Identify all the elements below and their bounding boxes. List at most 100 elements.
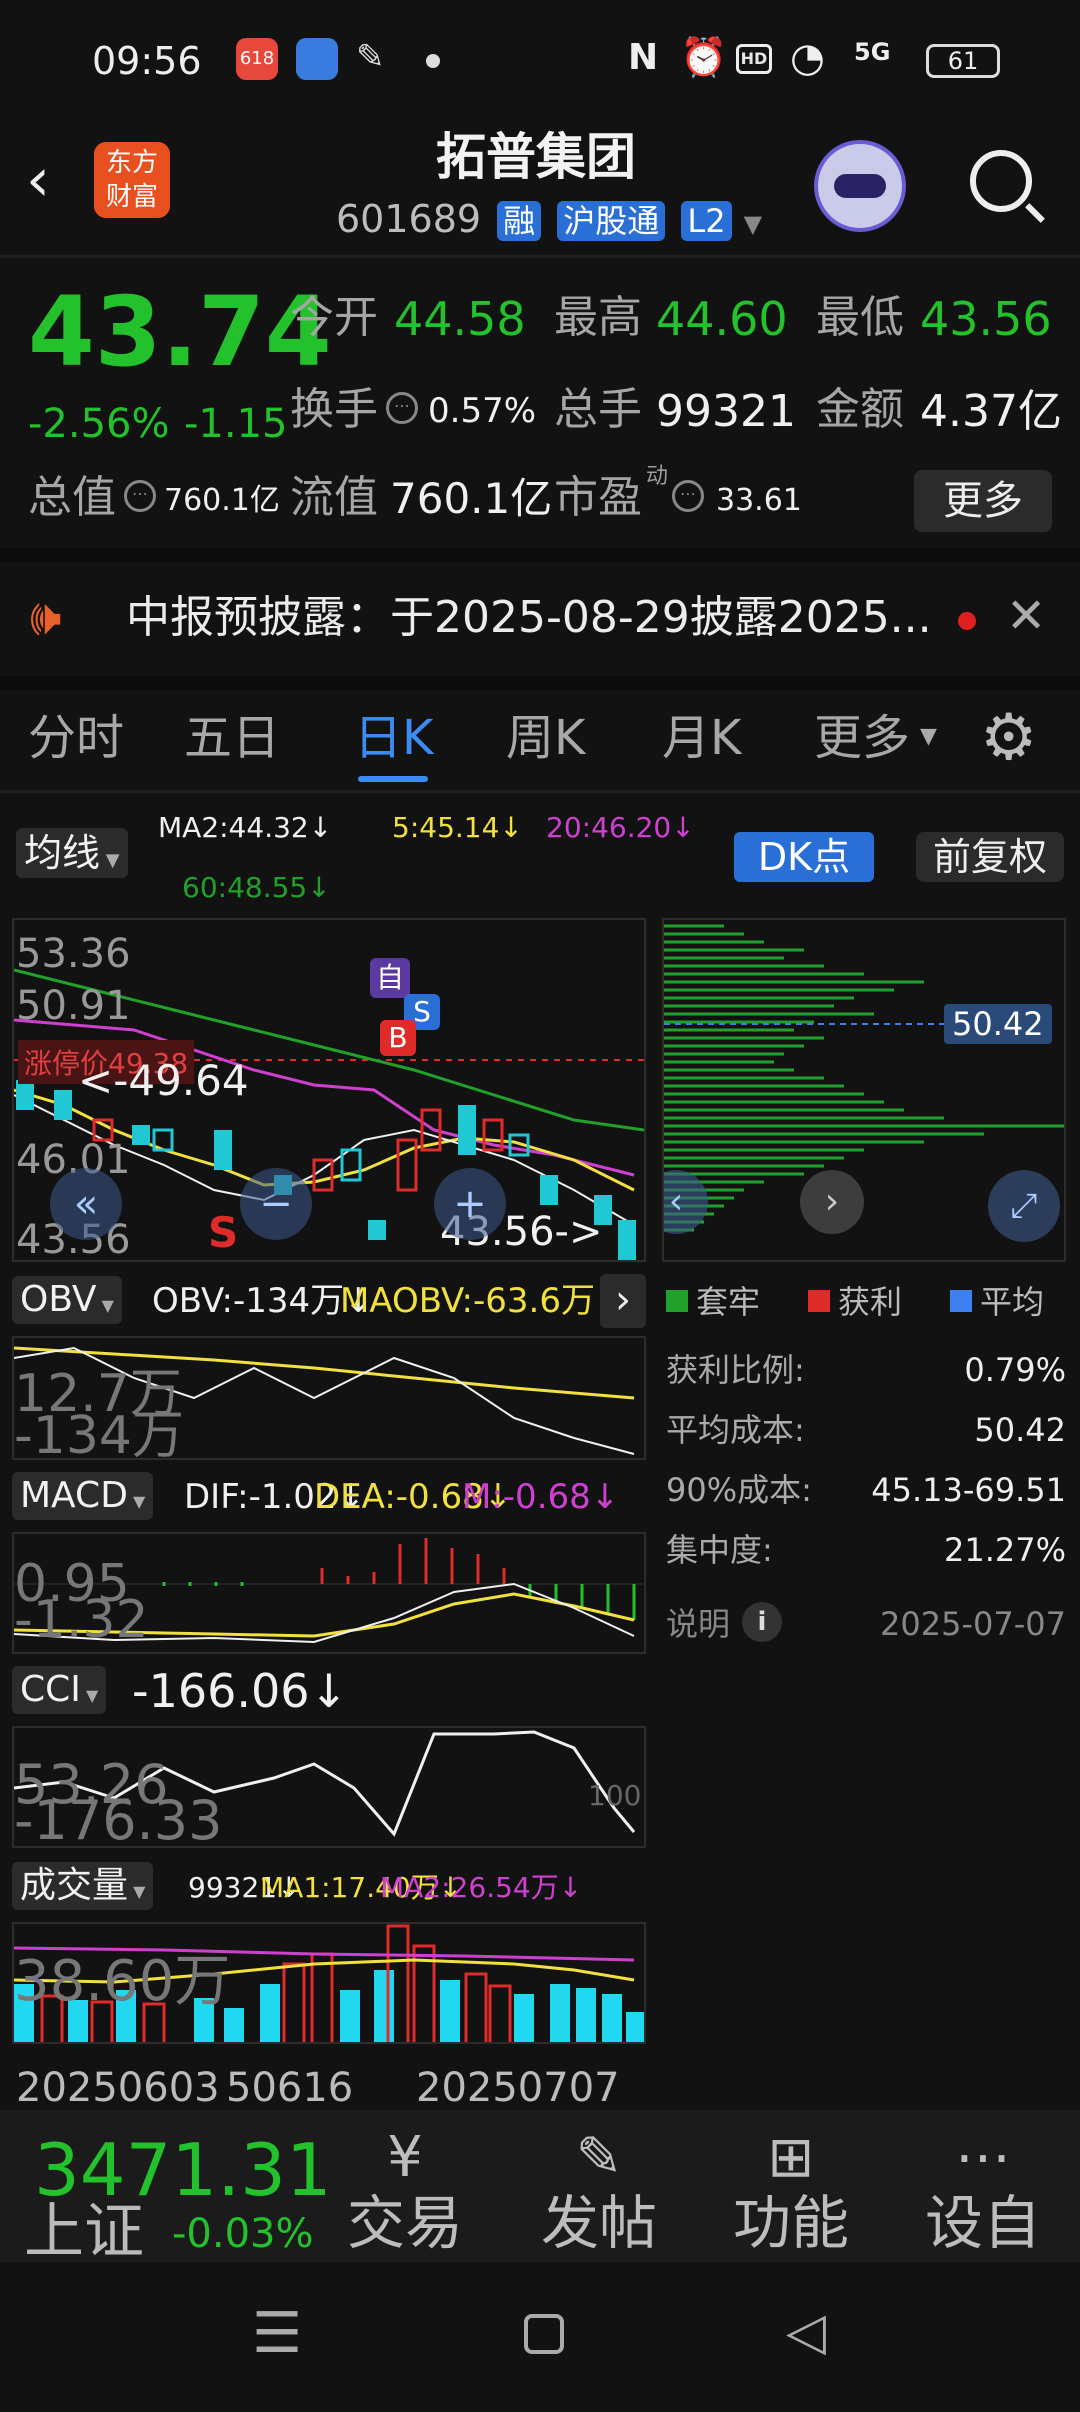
total-cap-value: 760.1亿 (164, 483, 280, 518)
home-icon[interactable] (524, 2314, 564, 2354)
zoom-out-icon[interactable]: − (240, 1168, 312, 1240)
obv-selector[interactable]: OBV ▼ (12, 1276, 122, 1324)
more-quote-button[interactable]: 更多 (914, 470, 1052, 532)
chevron-right-icon[interactable]: › (800, 1170, 864, 1234)
macd-selector[interactable]: MACD ▼ (12, 1472, 154, 1520)
edit-icon: ✎ (575, 2125, 623, 2190)
stat-value: 45.13-69.51 (871, 1471, 1066, 1509)
amount-label: 金额 (816, 384, 904, 435)
notice-bar[interactable]: 🕪 中报预披露：于2025-08-29披露2025... ✕ (0, 562, 1080, 676)
cci-chart[interactable]: 53.26 -176.33 100 (12, 1726, 646, 1848)
macd-header: MACD ▼ DIF:-1.02↓ DEA:-0.68↓ M:-0.68↓ (12, 1466, 646, 1528)
nav-post[interactable]: ✎ 发帖 (524, 2125, 674, 2257)
chevron-right-icon[interactable]: › (600, 1274, 646, 1328)
tab-daily-k[interactable]: 日K (354, 714, 433, 762)
unread-dot (958, 612, 976, 630)
float-cap-label: 流值 (290, 472, 378, 523)
tab-five-day[interactable]: 五日 (184, 714, 280, 762)
chip-distribution-chart[interactable]: 50.42 ‹ › ⤢ (662, 918, 1066, 1262)
nav-trade[interactable]: ¥ 交易 (330, 2126, 480, 2257)
nav-functions[interactable]: ⊞ 功能 (716, 2126, 866, 2257)
info-icon[interactable]: i (742, 1602, 782, 1642)
info-dots-icon[interactable]: ⋯ (124, 480, 156, 512)
eastmoney-logo[interactable]: 东方 财富 (94, 142, 170, 218)
alarm-icon: ⏰ (680, 35, 728, 79)
expand-icon[interactable]: ⤢ (988, 1170, 1060, 1242)
turnover-label: 换手 (290, 384, 378, 435)
menu-icon[interactable]: ☰ (252, 2306, 302, 2362)
buy-marker[interactable]: B (380, 1020, 416, 1056)
notice-text: 中报预披露：于2025-08-29披露2025... (126, 592, 932, 643)
pe-dynamic-sup: 动 (646, 464, 669, 489)
stock-name: 拓普集团 (436, 128, 636, 186)
tag-margin: 融 (497, 201, 542, 241)
battery-icon: 61 (926, 44, 1000, 78)
scroll-left-fast-icon[interactable]: « (50, 1168, 122, 1240)
watch-marker[interactable]: 自 (370, 958, 410, 998)
turnover-value: 0.57% (428, 391, 537, 431)
tab-weekly-k[interactable]: 周K (506, 714, 585, 762)
kline-chart[interactable]: 53.36 50.91 46.01 43.56 涨停价49.38 <-49.64… (12, 918, 646, 1262)
m-value: M:-0.68↓ (462, 1477, 620, 1517)
period-tabs: 分时 五日 日K 周K 月K 更多 ▼ ⚙ (0, 690, 1080, 790)
macd-chart[interactable]: 0.95 -1.32 (12, 1532, 646, 1654)
quote-panel: 43.74 -2.56% -1.15 今开 44.58 最高 44.60 最低 … (0, 258, 1080, 548)
tab-more[interactable]: 更多 (814, 714, 910, 762)
info-dots-icon[interactable]: ⋯ (386, 392, 418, 424)
tab-monthly-k[interactable]: 月K (662, 714, 741, 762)
info-dots-icon[interactable]: ⋯ (672, 480, 704, 512)
volume-header: 成交量 ▼ 99321↓ MA1:17.40万↓ MA2:26.54万↓ (12, 1856, 646, 1918)
max-price-label: <-49.64 (78, 1056, 249, 1105)
ma60-value: 60:48.55↓ (182, 871, 331, 904)
legend-swatch-profit (808, 1290, 830, 1312)
search-icon[interactable] (970, 150, 1032, 212)
obv-chart[interactable]: 12.7万 -134万 (12, 1336, 646, 1460)
nav-custom[interactable]: ⋯ 设自 (908, 2126, 1058, 2257)
hd-icon: HD (736, 44, 772, 74)
clock: 09:56 (92, 39, 202, 83)
sell-signal-marker: S (208, 1208, 239, 1257)
chip-date: 2025-07-07 (880, 1605, 1066, 1643)
status-bar: 09:56 618 ✎ N ⏰ HD ◔ 5G 61 (0, 0, 1080, 120)
date-label: 50616 (226, 2065, 354, 2111)
pe-value: 33.61 (716, 483, 802, 518)
nav-trade-label: 交易 (346, 2189, 463, 2257)
back-icon[interactable]: ‹ (26, 150, 50, 210)
date-axis: 20250603 50616 20250707 (12, 2048, 646, 2108)
index-ticker[interactable]: 3471.31 上证 -0.03% (0, 2110, 332, 2262)
nav-functions-label: 功能 (732, 2189, 849, 2257)
explain-label[interactable]: 说明 (666, 1608, 730, 1640)
cci-selector[interactable]: CCI ▼ (12, 1666, 107, 1714)
logo-text: 东方 (105, 148, 158, 178)
ma-selector[interactable]: 均线 ▼ (16, 828, 128, 878)
legend-trapped: 套牢 (696, 1283, 761, 1321)
volume-selector[interactable]: 成交量 ▼ (12, 1862, 154, 1910)
zoom-in-icon[interactable]: + (434, 1168, 506, 1240)
bottom-nav: 3471.31 上证 -0.03% ¥ 交易 ✎ 发帖 ⊞ 功能 ⋯ 设自 (0, 2110, 1080, 2262)
chip-stats: 套牢 获利 平均 获利比例: 0.79% 平均成本: 50.42 90%成本: … (662, 1278, 1066, 1658)
stock-header: ‹ 东方 财富 拓普集团 601689 融 沪股通 L2 ▼ (0, 120, 1080, 255)
volume-chart[interactable]: 38.60万 (12, 1922, 646, 2044)
legend-avg: 平均 (980, 1283, 1045, 1321)
pe-label: 市盈 (554, 472, 642, 523)
ma2-value: MA2:44.32↓ (158, 811, 333, 844)
legend-swatch-trapped (666, 1290, 688, 1312)
dk-point-button[interactable]: DK点 (734, 832, 874, 882)
tab-intraday[interactable]: 分时 (28, 714, 124, 762)
obv-header: OBV ▼ OBV:-134万↓ MAOBV:-63.6万↓ › (12, 1270, 646, 1332)
ma-bar: 均线 ▼ MA2:44.32↓ 5:45.14↓ 20:46.20↓ 60:48… (0, 792, 1080, 912)
adjust-button[interactable]: 前复权 (916, 832, 1064, 882)
robot-avatar-icon[interactable] (814, 140, 906, 232)
ma5-value: 5:45.14↓ (392, 811, 523, 844)
stock-code-line[interactable]: 601689 融 沪股通 L2 ▼ (336, 200, 762, 241)
close-icon[interactable]: ✕ (1006, 592, 1046, 640)
change-percent: -2.56% (28, 401, 170, 447)
back-nav-icon[interactable]: ◁ (786, 2306, 826, 2358)
open-label: 今开 (290, 292, 378, 343)
gear-icon[interactable]: ⚙ (980, 706, 1037, 770)
nav-post-label: 发帖 (540, 2189, 657, 2257)
amount-value: 4.37亿 (920, 386, 1062, 437)
low-value: 43.56 (920, 292, 1052, 346)
y-label-high: 50.91 (16, 983, 131, 1029)
volume-value: 99321 (656, 386, 796, 437)
